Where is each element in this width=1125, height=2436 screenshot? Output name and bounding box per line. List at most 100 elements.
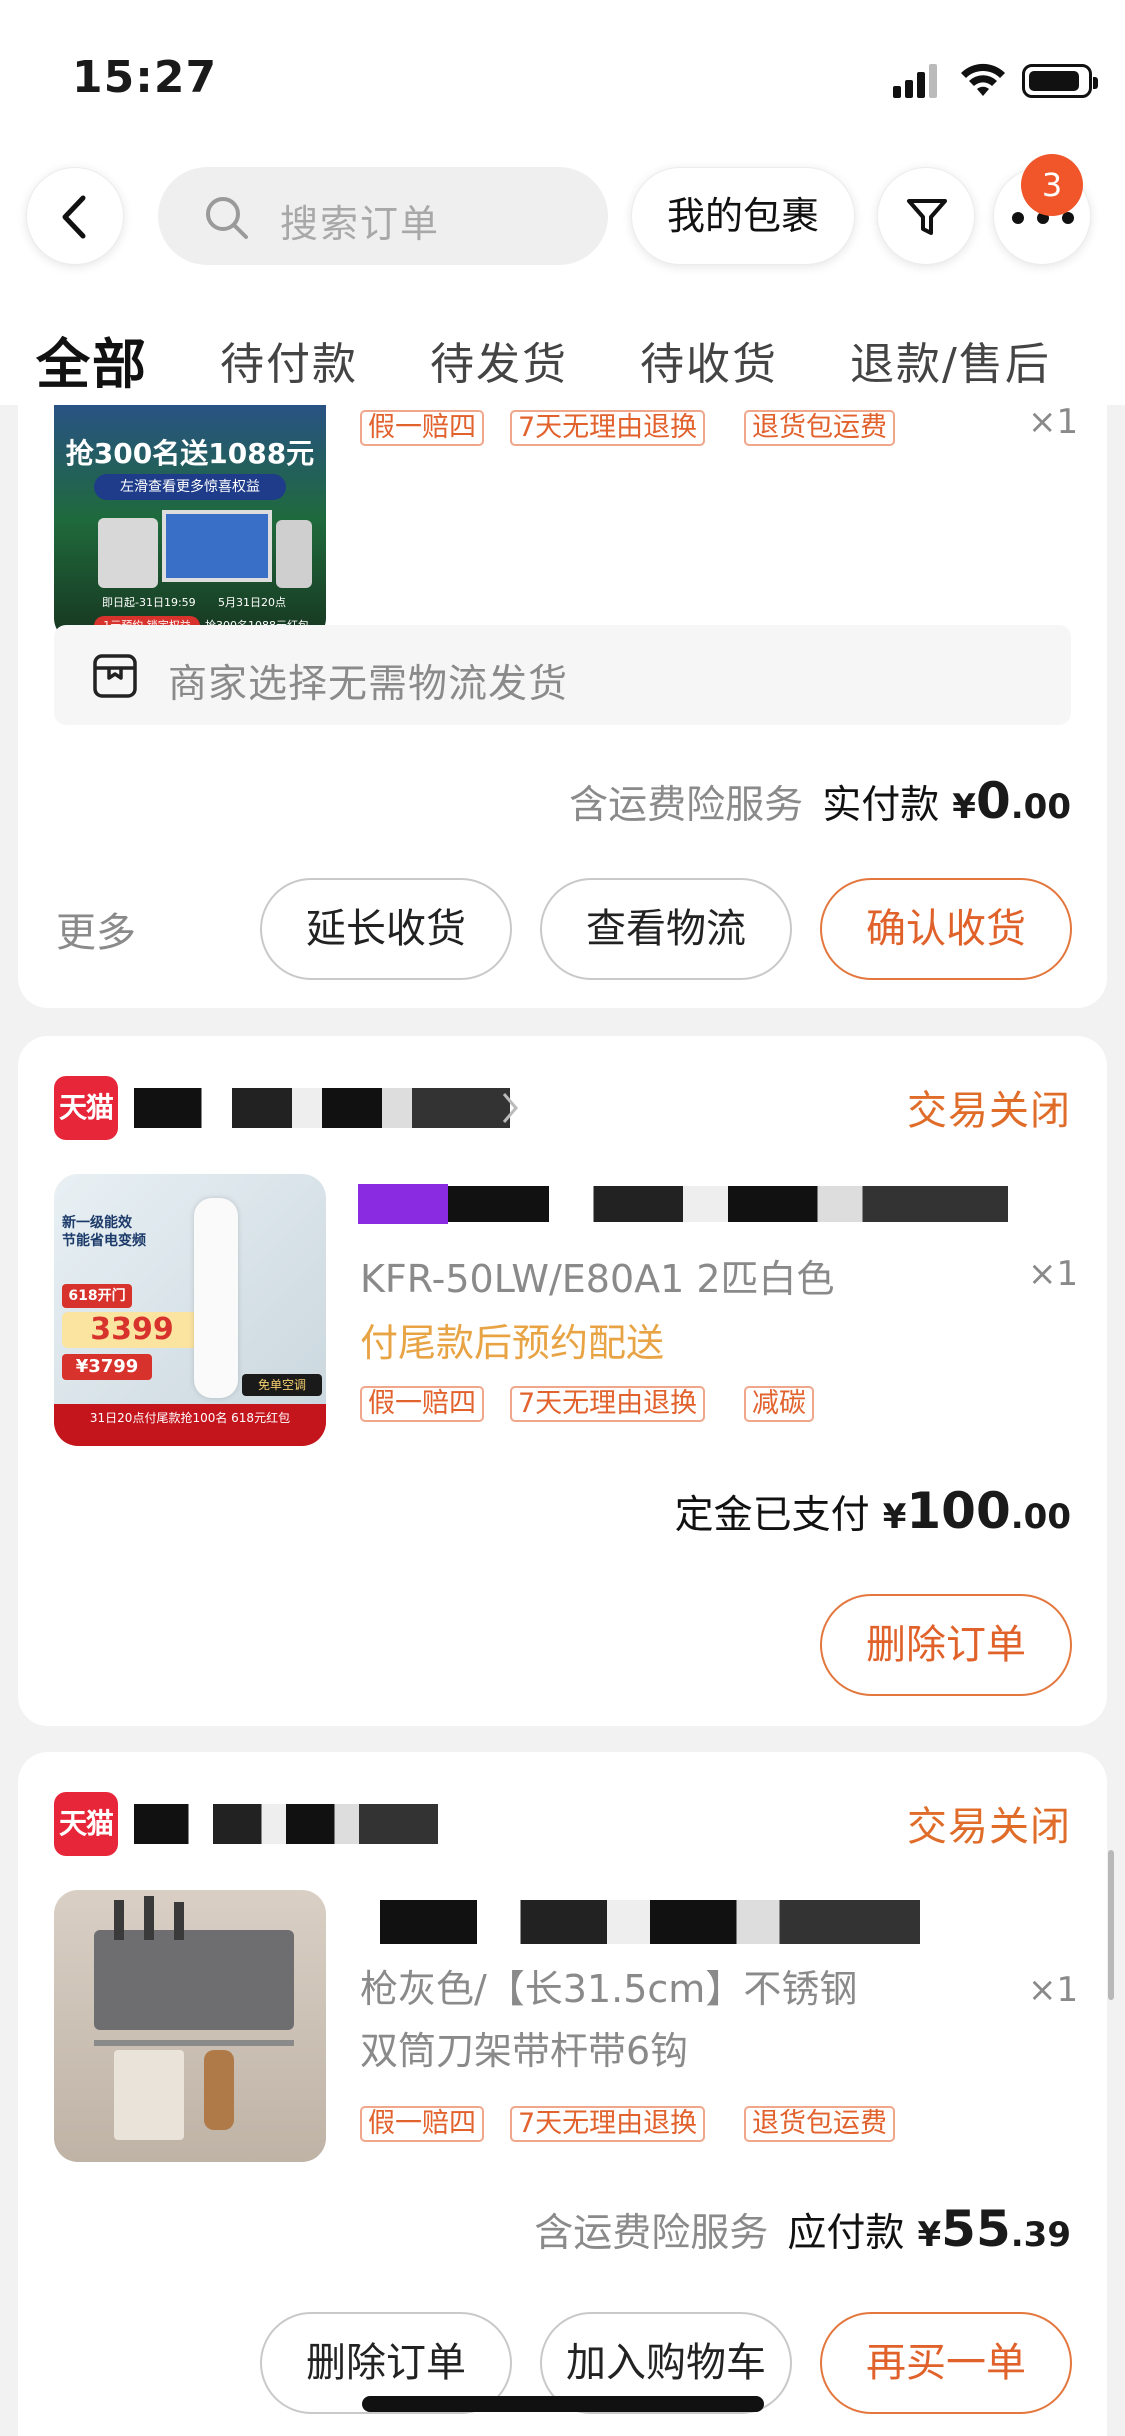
service-tag: 7天无理由退换 bbox=[510, 410, 706, 446]
tab-refund-aftersale[interactable]: 退款/售后 bbox=[850, 328, 1051, 392]
back-button[interactable] bbox=[26, 167, 124, 265]
service-tag: 7天无理由退换 bbox=[510, 1386, 706, 1422]
quantity: ×1 bbox=[1028, 402, 1079, 442]
order-card: 天猫 交易关闭 新一级能效 节能省电变频 618开门红 3399 ¥3799 免… bbox=[18, 1036, 1107, 1726]
product-spec: KFR-50LW/E80A1 2匹白色 bbox=[360, 1257, 835, 1301]
thumb-tv bbox=[162, 510, 272, 582]
delete-order-button[interactable]: 删除订单 bbox=[820, 1594, 1072, 1696]
chevron-right-icon bbox=[502, 1093, 518, 1123]
tmall-badge: 天猫 bbox=[54, 1076, 118, 1140]
order-card: 天猫 交易关闭 ×1 枪灰色/【长31.5cm】不锈钢 双筒刀架带杆带6钩 假一… bbox=[18, 1752, 1107, 2436]
service-tag: 假一赔四 bbox=[360, 410, 484, 446]
wifi-icon bbox=[961, 63, 1005, 96]
order-card: 抢300名送1088元 左滑查看更多惊喜权益 即日起-31日19:59 5月31… bbox=[18, 340, 1107, 1008]
product-thumbnail[interactable] bbox=[54, 1890, 326, 2162]
thumb-knife bbox=[114, 1900, 124, 1940]
price-label: 定金已支付 bbox=[674, 1493, 870, 1538]
buy-again-button[interactable]: 再买一单 bbox=[820, 2312, 1072, 2414]
price-integer: 55 bbox=[941, 2200, 1011, 2258]
search-input[interactable]: 搜索订单 bbox=[158, 167, 608, 265]
service-tag: 假一赔四 bbox=[360, 1386, 484, 1422]
thumb-side: 免单空调 bbox=[242, 1374, 322, 1396]
thumb-banner: 抢300名送1088元 bbox=[65, 437, 315, 470]
order-tabs: 全部 待付款 待发货 待收货 退款/售后 bbox=[0, 320, 1125, 405]
top-bar: 15:27 搜索订单 我的包裹 3 全部 待付款 待发货 待收货 退款/售后 bbox=[0, 0, 1125, 405]
chevron-left-icon bbox=[62, 195, 86, 239]
thumb-utensil bbox=[204, 2050, 234, 2130]
cellular-signal-icon bbox=[893, 64, 939, 98]
notification-badge: 3 bbox=[1021, 154, 1083, 216]
service-tag: 减碳 bbox=[744, 1386, 814, 1422]
store-name-redacted[interactable] bbox=[134, 1804, 438, 1844]
view-logistics-button[interactable]: 查看物流 bbox=[540, 878, 792, 980]
price-label: 应付款 bbox=[787, 2211, 905, 2256]
currency-symbol: ¥ bbox=[917, 2215, 942, 2255]
tab-pending-payment[interactable]: 待付款 bbox=[220, 328, 358, 392]
price-decimal: .00 bbox=[1010, 787, 1071, 827]
search-placeholder: 搜索订单 bbox=[280, 202, 441, 246]
my-packages-button[interactable]: 我的包裹 bbox=[631, 167, 855, 265]
insurance-note: 含运费险服务 bbox=[534, 2211, 769, 2256]
product-spec-line1: 枪灰色/【长31.5cm】不锈钢 bbox=[360, 1967, 858, 2011]
status-time: 15:27 bbox=[72, 52, 218, 103]
status-bar: 15:27 bbox=[0, 0, 1125, 150]
order-status: 交易关闭 bbox=[907, 1804, 1071, 1850]
product-spec-line2: 双筒刀架带杆带6钩 bbox=[360, 2029, 689, 2073]
thumb-knife bbox=[174, 1902, 184, 1940]
thumb-appliance bbox=[276, 520, 312, 588]
tmall-badge: 天猫 bbox=[54, 1792, 118, 1856]
price-integer: 100 bbox=[906, 1482, 1011, 1540]
thumb-knife bbox=[144, 1896, 154, 1940]
package-icon bbox=[93, 654, 137, 698]
product-thumbnail[interactable]: 新一级能效 节能省电变频 618开门红 3399 ¥3799 免单空调 31日2… bbox=[54, 1174, 326, 1446]
scrollbar[interactable] bbox=[1108, 1850, 1114, 2000]
confirm-receipt-button[interactable]: 确认收货 bbox=[820, 878, 1072, 980]
price-label: 实付款 bbox=[822, 783, 940, 828]
price-summary: 含运费险服务 应付款 ¥55.39 bbox=[534, 2200, 1071, 2258]
service-tag: 7天无理由退换 bbox=[510, 2106, 706, 2142]
product-thumbnail[interactable]: 抢300名送1088元 左滑查看更多惊喜权益 即日起-31日19:59 5月31… bbox=[54, 370, 326, 642]
thumb-appliance bbox=[98, 518, 158, 588]
thumb-promo: 618开门红 bbox=[62, 1284, 132, 1328]
extend-receipt-button[interactable]: 延长收货 bbox=[260, 878, 512, 980]
search-icon bbox=[206, 197, 248, 239]
store-name-redacted[interactable] bbox=[134, 1088, 510, 1128]
price-integer: 0 bbox=[975, 772, 1011, 830]
title-redacted-tag bbox=[358, 1184, 448, 1224]
service-tag: 假一赔四 bbox=[360, 2106, 484, 2142]
logistics-note[interactable]: 商家选择无需物流发货 bbox=[54, 625, 1071, 725]
battery-icon bbox=[1022, 64, 1098, 98]
home-indicator[interactable] bbox=[362, 2396, 764, 2412]
price-summary: 含运费险服务 实付款 ¥0.00 bbox=[569, 772, 1071, 830]
price-decimal: .39 bbox=[1010, 2215, 1071, 2255]
thumb-title: 新一级能效 节能省电变频 bbox=[62, 1215, 146, 1249]
service-tag: 退货包运费 bbox=[744, 2106, 895, 2142]
service-tag: 退货包运费 bbox=[744, 410, 895, 446]
delivery-note: 付尾款后预约配送 bbox=[360, 1321, 665, 1365]
thumb-price-b: ¥3799 bbox=[62, 1354, 152, 1380]
tab-pending-shipment[interactable]: 待发货 bbox=[430, 328, 568, 392]
logistics-note-text: 商家选择无需物流发货 bbox=[168, 662, 569, 707]
thumb-price: 3399 bbox=[62, 1312, 202, 1348]
thumb-aircon bbox=[194, 1198, 238, 1398]
currency-symbol: ¥ bbox=[882, 1497, 907, 1537]
insurance-note: 含运费险服务 bbox=[569, 783, 804, 828]
order-status: 交易关闭 bbox=[907, 1088, 1071, 1134]
thumb-rod bbox=[94, 2040, 294, 2046]
price-summary: 定金已支付 ¥100.00 bbox=[675, 1482, 1071, 1540]
thumb-date-left: 即日起-31日19:59 bbox=[102, 596, 196, 609]
thumb-sub: 左滑查看更多惊喜权益 bbox=[94, 474, 286, 500]
product-title-redacted[interactable] bbox=[448, 1186, 1008, 1222]
thumb-date-right: 5月31日20点 bbox=[218, 596, 286, 609]
product-title-redacted[interactable] bbox=[380, 1900, 920, 1944]
filter-button[interactable] bbox=[877, 167, 975, 265]
quantity: ×1 bbox=[1028, 1254, 1079, 1294]
filter-icon bbox=[907, 199, 947, 235]
currency-symbol: ¥ bbox=[952, 787, 976, 827]
thumb-towel bbox=[114, 2050, 184, 2140]
more-actions-link[interactable]: 更多 bbox=[56, 900, 136, 958]
tab-pending-receipt[interactable]: 待收货 bbox=[640, 328, 778, 392]
tab-all[interactable]: 全部 bbox=[36, 320, 148, 399]
quantity: ×1 bbox=[1028, 1970, 1079, 2010]
price-decimal: .00 bbox=[1010, 1497, 1071, 1537]
